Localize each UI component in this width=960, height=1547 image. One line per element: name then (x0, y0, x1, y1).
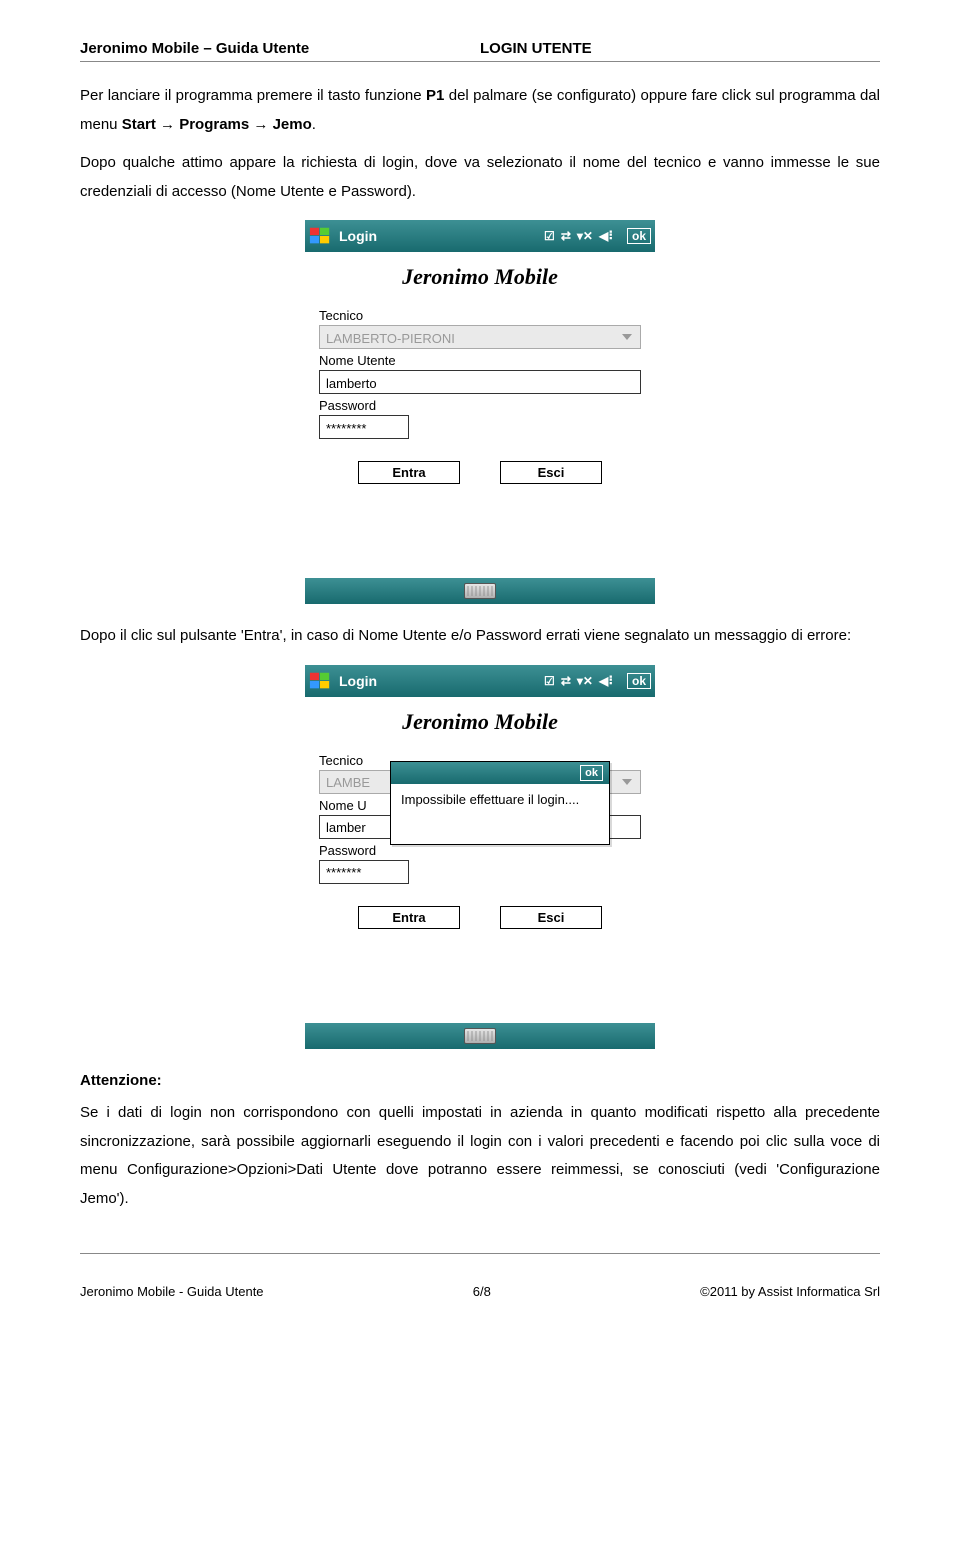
connection-icon: ⇄ (561, 229, 571, 243)
paragraph-error-info: Dopo il clic sul pulsante 'Entra', in ca… (80, 622, 880, 651)
footer-left: Jeronimo Mobile - Guida Utente (80, 1284, 264, 1299)
keyboard-icon[interactable] (464, 583, 496, 599)
esci-button[interactable]: Esci (500, 461, 602, 484)
password-input[interactable]: ******** (319, 415, 409, 439)
chevron-down-icon (622, 334, 632, 340)
esci-button[interactable]: Esci (500, 906, 602, 929)
login-screenshot: Login ☑ ⇄ ▾✕ ◀⠇ ok Jeronimo Mobile Tecni… (305, 220, 655, 604)
popup-message: Impossibile effettuare il login.... (391, 784, 609, 844)
window-title: Login (339, 228, 544, 244)
start-icon[interactable] (309, 670, 331, 692)
chevron-down-icon (622, 779, 632, 785)
tecnico-select[interactable]: LAMBERTO-PIERONI (319, 325, 641, 349)
doc-header: Jeronimo Mobile – Guida Utente LOGIN UTE… (80, 40, 880, 62)
attention-body: Se i dati di login non corrispondono con… (80, 1099, 880, 1213)
label-nome-utente: Nome Utente (319, 353, 641, 368)
titlebar: Login ☑ ⇄ ▾✕ ◀⠇ ok (305, 665, 655, 697)
paragraph-login-info: Dopo qualche attimo appare la richiesta … (80, 149, 880, 206)
doc-header-left: Jeronimo Mobile – Guida Utente (80, 40, 480, 57)
connection-icon: ⇄ (561, 674, 571, 688)
bottom-bar (305, 1023, 655, 1049)
start-icon[interactable] (309, 225, 331, 247)
popup-ok-button[interactable]: ok (580, 765, 603, 781)
status-icons: ☑ ⇄ ▾✕ ◀⠇ ok (544, 673, 651, 689)
signal-icon: ▾✕ (577, 229, 593, 243)
doc-header-right: LOGIN UTENTE (480, 40, 880, 57)
doc-footer: Jeronimo Mobile - Guida Utente 6/8 ©2011… (80, 1254, 880, 1299)
nome-utente-input[interactable]: lamberto (319, 370, 641, 394)
label-password: Password (319, 843, 641, 858)
window-title: Login (339, 673, 544, 689)
popup-titlebar: ok (391, 762, 609, 784)
attention-title: Attenzione: (80, 1067, 880, 1096)
paragraph-launch: Per lanciare il programma premere il tas… (80, 82, 880, 139)
app-title: Jeronimo Mobile (319, 258, 641, 304)
task-icon: ☑ (544, 674, 555, 688)
speaker-icon: ◀⠇ (599, 674, 617, 688)
status-icons: ☑ ⇄ ▾✕ ◀⠇ ok (544, 228, 651, 244)
label-password: Password (319, 398, 641, 413)
footer-page-number: 6/8 (473, 1284, 491, 1299)
password-input[interactable]: ******* (319, 860, 409, 884)
bottom-bar (305, 578, 655, 604)
footer-copyright: ©2011 by Assist Informatica Srl (700, 1284, 880, 1299)
task-icon: ☑ (544, 229, 555, 243)
keyboard-icon[interactable] (464, 1028, 496, 1044)
entra-button[interactable]: Entra (358, 906, 460, 929)
app-title: Jeronimo Mobile (319, 703, 641, 749)
login-error-screenshot: Login ☑ ⇄ ▾✕ ◀⠇ ok Jeronimo Mobile Tecni… (305, 665, 655, 1049)
entra-button[interactable]: Entra (358, 461, 460, 484)
error-popup: ok Impossibile effettuare il login.... (390, 761, 610, 845)
ok-button[interactable]: ok (627, 228, 651, 244)
ok-button[interactable]: ok (627, 673, 651, 689)
signal-icon: ▾✕ (577, 674, 593, 688)
titlebar: Login ☑ ⇄ ▾✕ ◀⠇ ok (305, 220, 655, 252)
label-tecnico: Tecnico (319, 308, 641, 323)
speaker-icon: ◀⠇ (599, 229, 617, 243)
